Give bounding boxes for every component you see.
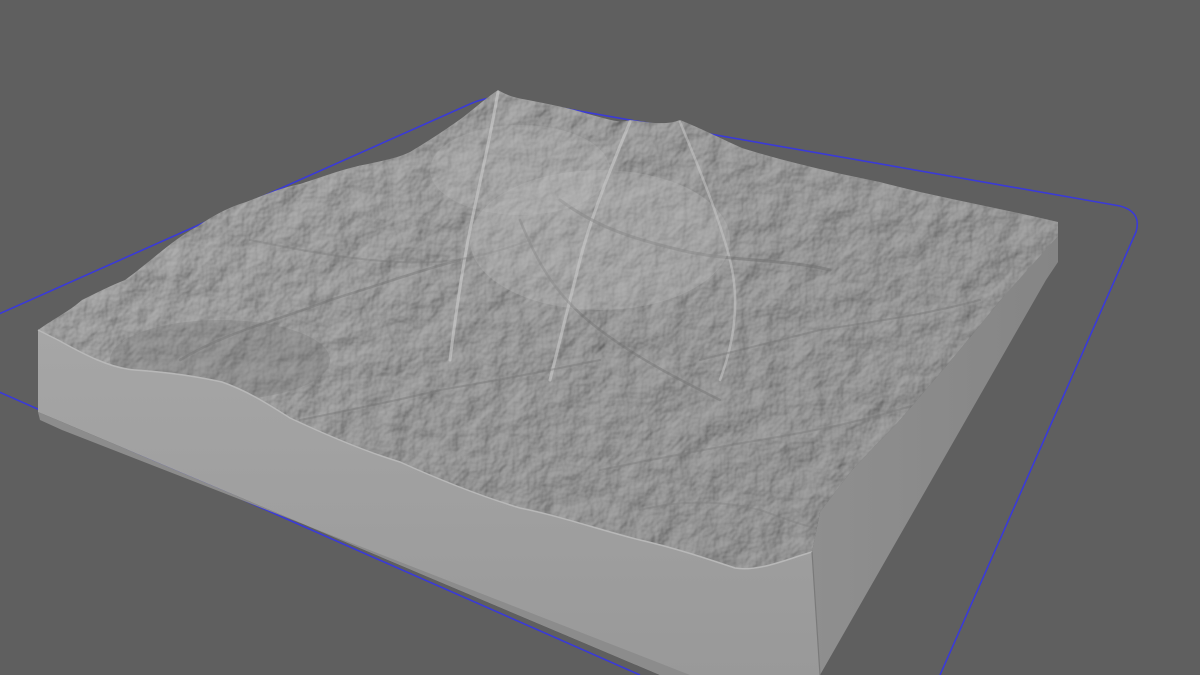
viewport-canvas[interactable]: [0, 0, 1200, 675]
3d-viewport[interactable]: [0, 0, 1200, 675]
peak-highlight: [430, 125, 610, 215]
